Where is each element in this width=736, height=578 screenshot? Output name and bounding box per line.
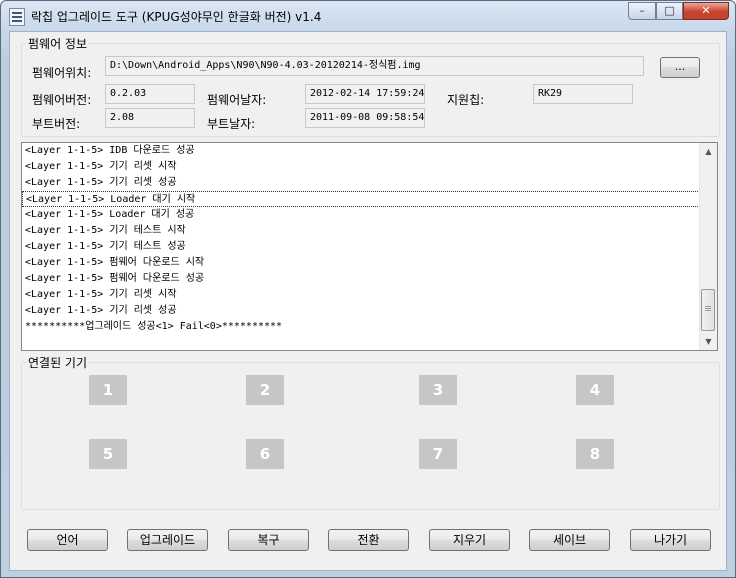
chip-field: RK29 <box>533 84 633 104</box>
log-lines: <Layer 1-1-5> IDB 다운로드 성공 <Layer 1-1-5> … <box>22 143 702 335</box>
log-scrollbar[interactable]: ▲ ▼ <box>699 143 717 350</box>
device-slot-3: 3 <box>419 375 457 405</box>
device-slot-5: 5 <box>89 439 127 469</box>
scroll-up-icon[interactable]: ▲ <box>700 143 717 160</box>
erase-button[interactable]: 지우기 <box>429 529 510 551</box>
switch-button[interactable]: 전환 <box>328 529 409 551</box>
firmware-version-label: 펌웨어버전: <box>32 93 92 107</box>
log-line[interactable]: **********업그레이드 성공<1> Fail<0>********** <box>22 319 702 335</box>
firmware-location-label: 펌웨어위치: <box>32 66 92 80</box>
client-area: 펌웨어 정보 펌웨어위치: D:\Down\Android_Apps\N90\N… <box>9 31 727 571</box>
log-line[interactable]: <Layer 1-1-5> 펌웨어 다운로드 시작 <box>22 255 702 271</box>
app-icon <box>9 8 25 26</box>
maximize-icon: □ <box>664 4 675 17</box>
boot-date-label: 부트날자: <box>207 117 256 131</box>
title-bar[interactable]: 락칩 업그레이드 도구 (KPUG성야무인 한글화 버전) v1.4 – □ ✕ <box>1 1 735 31</box>
app-window: 락칩 업그레이드 도구 (KPUG성야무인 한글화 버전) v1.4 – □ ✕… <box>0 0 736 578</box>
log-line[interactable]: <Layer 1-1-5> IDB 다운로드 성공 <box>22 143 702 159</box>
log-line[interactable]: <Layer 1-1-5> 기기 테스트 시작 <box>22 223 702 239</box>
window-title: 락칩 업그레이드 도구 (KPUG성야무인 한글화 버전) v1.4 <box>31 10 322 24</box>
device-slot-7: 7 <box>419 439 457 469</box>
firmware-date-field: 2012-02-14 17:59:24 <box>305 84 425 104</box>
log-line[interactable]: <Layer 1-1-5> 기기 리셋 성공 <box>22 303 702 319</box>
device-slot-6: 6 <box>246 439 284 469</box>
close-button[interactable]: ✕ <box>683 2 729 20</box>
exit-button[interactable]: 나가기 <box>630 529 711 551</box>
minimize-icon: – <box>639 4 645 17</box>
device-slot-2: 2 <box>246 375 284 405</box>
firmware-version-field: 0.2.03 <box>105 84 195 104</box>
device-slot-1: 1 <box>89 375 127 405</box>
maximize-button[interactable]: □ <box>656 2 683 20</box>
boot-version-field: 2.08 <box>105 108 195 128</box>
boot-version-label: 부트버전: <box>32 117 81 131</box>
log-line[interactable]: <Layer 1-1-5> 기기 리셋 시작 <box>22 159 702 175</box>
log-line[interactable]: <Layer 1-1-5> 기기 리셋 성공 <box>22 175 702 191</box>
log-line-selected[interactable]: <Layer 1-1-5> Loader 대기 시작 <box>22 191 702 207</box>
restore-button[interactable]: 복구 <box>228 529 309 551</box>
firmware-date-label: 펌웨어날자: <box>207 93 267 107</box>
scroll-down-icon[interactable]: ▼ <box>700 333 717 350</box>
upgrade-button[interactable]: 업그레이드 <box>127 529 208 551</box>
log-line[interactable]: <Layer 1-1-5> 기기 테스트 성공 <box>22 239 702 255</box>
scrollbar-thumb[interactable] <box>701 289 715 331</box>
chip-label: 지원칩: <box>447 93 485 107</box>
firmware-location-field[interactable]: D:\Down\Android_Apps\N90\N90-4.03-201202… <box>105 56 644 76</box>
language-button[interactable]: 언어 <box>27 529 108 551</box>
device-slot-8: 8 <box>576 439 614 469</box>
save-button[interactable]: 세이브 <box>529 529 610 551</box>
boot-date-field: 2011-09-08 09:58:54 <box>305 108 425 128</box>
browse-firmware-button[interactable]: ... <box>660 57 700 78</box>
device-slot-4: 4 <box>576 375 614 405</box>
minimize-button[interactable]: – <box>628 2 656 20</box>
log-line[interactable]: <Layer 1-1-5> Loader 대기 성공 <box>22 207 702 223</box>
log-listbox[interactable]: <Layer 1-1-5> IDB 다운로드 성공 <Layer 1-1-5> … <box>21 142 718 351</box>
close-icon: ✕ <box>701 4 711 17</box>
log-line[interactable]: <Layer 1-1-5> 펌웨어 다운로드 성공 <box>22 271 702 287</box>
connected-devices-title: 연결된 기기 <box>28 356 88 370</box>
log-line[interactable]: <Layer 1-1-5> 기기 리셋 시작 <box>22 287 702 303</box>
firmware-info-title: 펌웨어 정보 <box>28 37 88 51</box>
